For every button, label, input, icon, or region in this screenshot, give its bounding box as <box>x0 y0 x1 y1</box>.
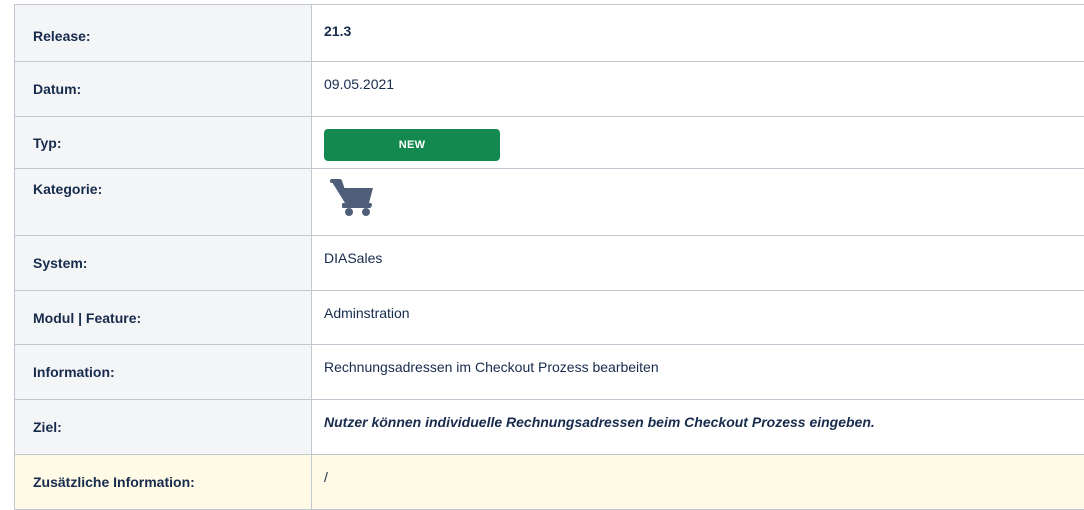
system-label: System: <box>14 235 312 291</box>
table-row-release: Release: 21.3 <box>14 4 1084 62</box>
table-row-system: System: DIASales <box>14 235 1084 291</box>
kategorie-value <box>311 168 1084 236</box>
ziel-value: Nutzer können individuelle Rechnungsadre… <box>311 399 1084 455</box>
table-row-ziel: Ziel: Nutzer können individuelle Rechnun… <box>14 399 1084 455</box>
kategorie-label: Kategorie: <box>14 168 312 236</box>
table-row-kategorie: Kategorie: <box>14 168 1084 236</box>
modul-value: Adminstration <box>311 290 1084 345</box>
modul-label: Modul | Feature: <box>14 290 312 345</box>
system-value: DIASales <box>311 235 1084 291</box>
status-badge-new: NEW <box>324 129 500 161</box>
table-row-zusatz: Zusätzliche Information: / <box>14 454 1084 510</box>
information-label: Information: <box>14 344 312 400</box>
zusatz-value: / <box>311 454 1084 510</box>
table-row-modul: Modul | Feature: Adminstration <box>14 290 1084 345</box>
table-row-datum: Datum: 09.05.2021 <box>14 61 1084 117</box>
zusatz-label: Zusätzliche Information: <box>14 454 312 510</box>
table-row-typ: Typ: NEW <box>14 116 1084 169</box>
release-properties: Release: 21.3 Datum: 09.05.2021 Typ: NEW… <box>14 4 1084 510</box>
ziel-label: Ziel: <box>14 399 312 455</box>
properties-table: Release: 21.3 Datum: 09.05.2021 Typ: NEW… <box>14 4 1084 510</box>
release-value: 21.3 <box>311 4 1084 62</box>
release-label: Release: <box>14 4 312 62</box>
datum-label: Datum: <box>14 61 312 117</box>
typ-label: Typ: <box>14 116 312 169</box>
datum-value: 09.05.2021 <box>311 61 1084 117</box>
table-row-information: Information: Rechnungsadressen im Checko… <box>14 344 1084 400</box>
shopping-cart-icon <box>330 179 376 217</box>
typ-value: NEW <box>311 116 1084 169</box>
information-value: Rechnungsadressen im Checkout Prozess be… <box>311 344 1084 400</box>
